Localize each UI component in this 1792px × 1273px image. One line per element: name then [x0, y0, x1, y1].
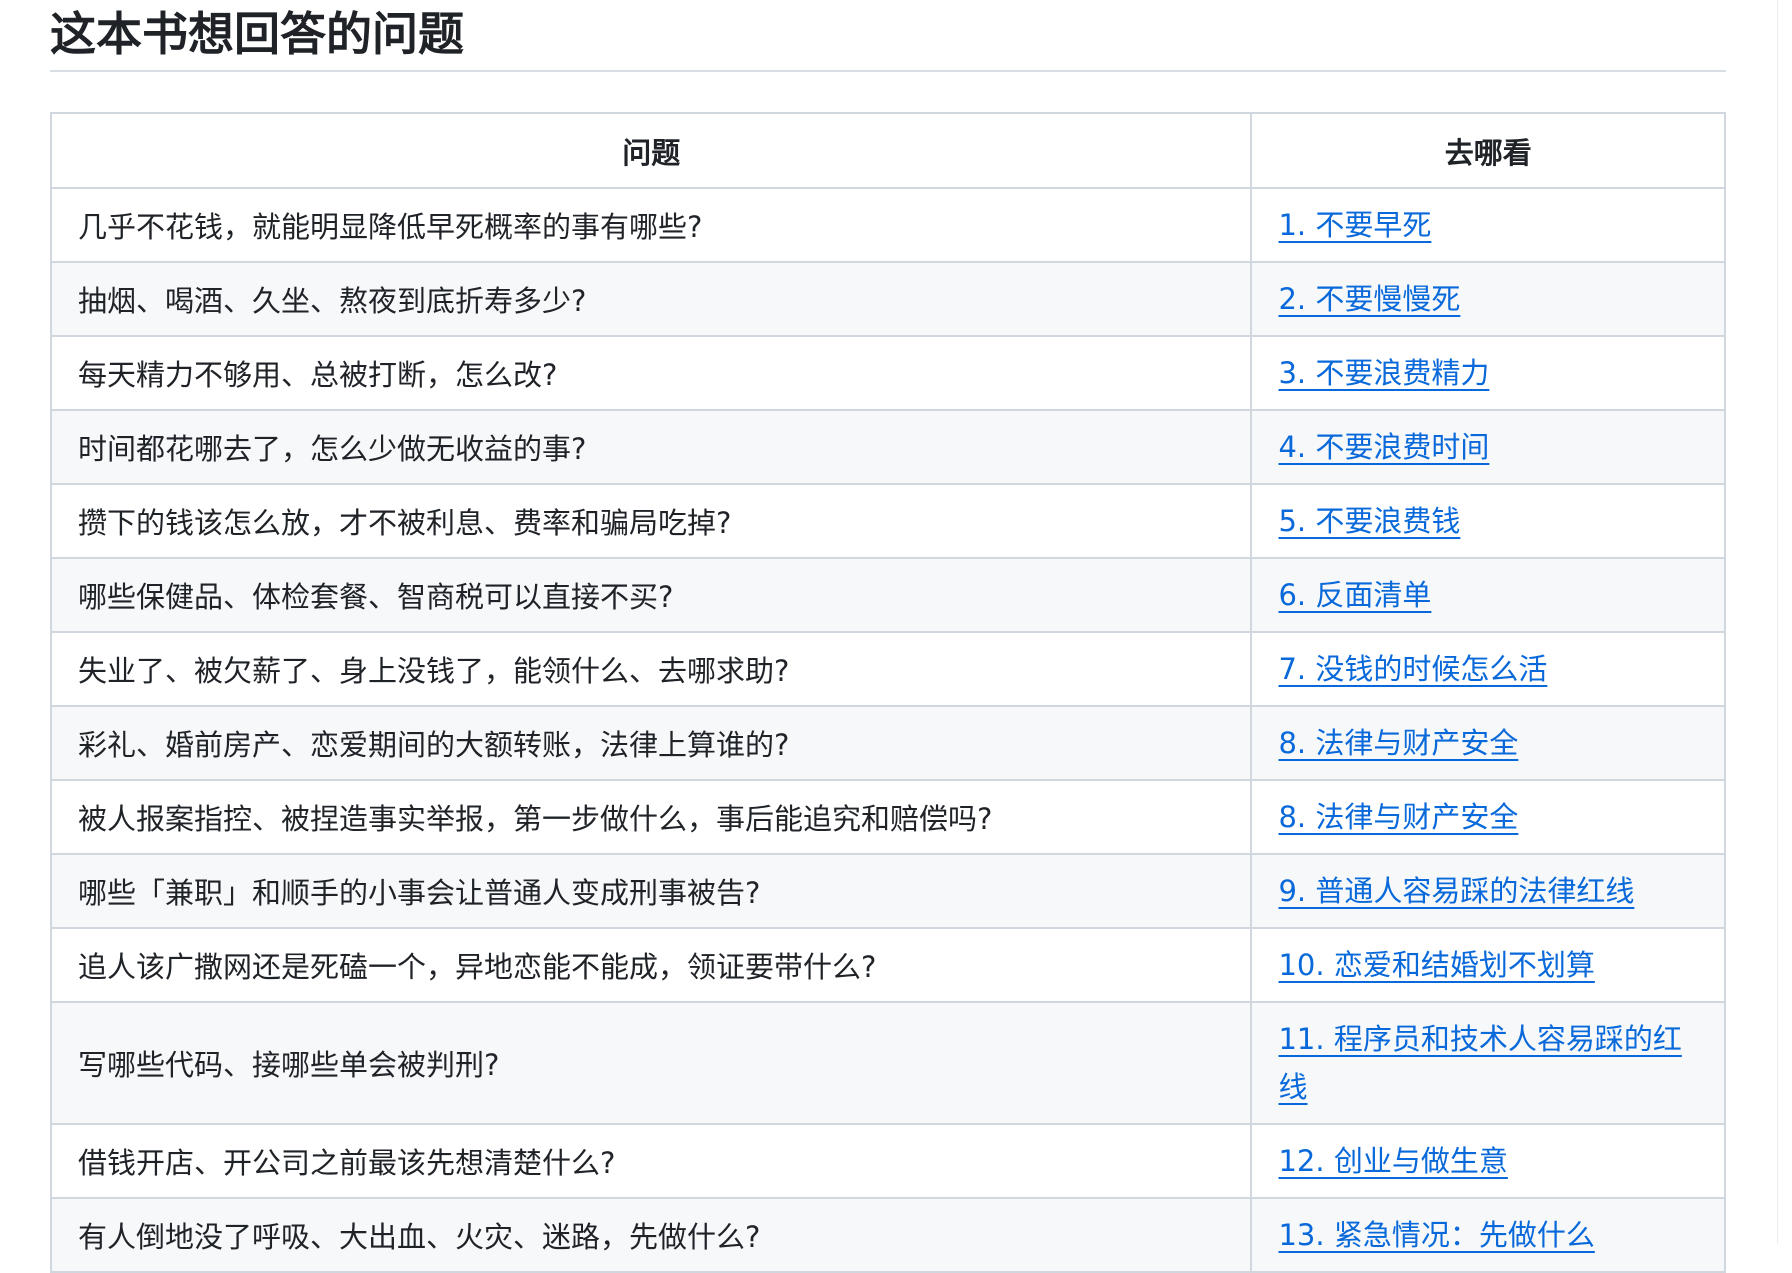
chapter-link[interactable]: 8. 法律与财产安全: [1278, 800, 1518, 834]
question-cell: 每天精力不够用、总被打断，怎么改?: [49, 335, 1253, 411]
chapter-link[interactable]: 12. 创业与做生意: [1278, 1144, 1507, 1178]
where-cell: 11. 程序员和技术人容易踩的红线: [1250, 1001, 1726, 1125]
where-cell: 6. 反面清单: [1250, 557, 1726, 633]
table-row: 失业了、被欠薪了、身上没钱了，能领什么、去哪求助? 7. 没钱的时候怎么活: [49, 631, 1726, 707]
table-row: 每天精力不够用、总被打断，怎么改? 3. 不要浪费精力: [49, 335, 1726, 411]
where-cell: 8. 法律与财产安全: [1250, 779, 1726, 855]
where-cell: 4. 不要浪费时间: [1250, 409, 1726, 485]
table-row: 几乎不花钱，就能明显降低早死概率的事有哪些? 1. 不要早死: [49, 187, 1726, 263]
column-header-question: 问题: [49, 112, 1253, 189]
chapter-link[interactable]: 4. 不要浪费时间: [1278, 430, 1489, 464]
page-content: 这本书想回答的问题 问题 去哪看 几乎不花钱，就能明显降低早死概率的事有哪些? …: [49, 0, 1726, 1273]
table-row: 时间都花哪去了，怎么少做无收益的事? 4. 不要浪费时间: [49, 409, 1726, 485]
where-cell: 5. 不要浪费钱: [1250, 483, 1726, 559]
chapter-link[interactable]: 11. 程序员和技术人容易踩的红线: [1278, 1022, 1681, 1104]
where-cell: 3. 不要浪费精力: [1250, 335, 1726, 411]
question-cell: 时间都花哪去了，怎么少做无收益的事?: [49, 409, 1253, 485]
table-row: 彩礼、婚前房产、恋爱期间的大额转账，法律上算谁的? 8. 法律与财产安全: [49, 705, 1726, 781]
table-row: 攒下的钱该怎么放，才不被利息、费率和骗局吃掉? 5. 不要浪费钱: [49, 483, 1726, 559]
where-cell: 2. 不要慢慢死: [1250, 261, 1726, 337]
chapter-link[interactable]: 13. 紧急情况：先做什么: [1278, 1218, 1594, 1252]
table-row: 写哪些代码、接哪些单会被判刑? 11. 程序员和技术人容易踩的红线: [49, 1001, 1726, 1125]
question-cell: 失业了、被欠薪了、身上没钱了，能领什么、去哪求助?: [49, 631, 1253, 707]
page-title: 这本书想回答的问题: [50, 0, 1726, 72]
chapter-link[interactable]: 3. 不要浪费精力: [1278, 356, 1489, 390]
where-cell: 1. 不要早死: [1250, 187, 1726, 263]
chapter-link[interactable]: 8. 法律与财产安全: [1278, 726, 1518, 760]
where-cell: 13. 紧急情况：先做什么: [1250, 1197, 1726, 1273]
question-cell: 几乎不花钱，就能明显降低早死概率的事有哪些?: [49, 187, 1253, 263]
vertical-scrollbar[interactable]: [1777, 0, 1792, 1244]
question-cell: 哪些保健品、体检套餐、智商税可以直接不买?: [49, 557, 1253, 633]
question-cell: 写哪些代码、接哪些单会被判刑?: [49, 1001, 1253, 1125]
questions-table: 问题 去哪看 几乎不花钱，就能明显降低早死概率的事有哪些? 1. 不要早死 抽烟…: [49, 112, 1726, 1273]
question-cell: 借钱开店、开公司之前最该先想清楚什么?: [49, 1123, 1253, 1199]
question-cell: 彩礼、婚前房产、恋爱期间的大额转账，法律上算谁的?: [49, 705, 1253, 781]
question-cell: 抽烟、喝酒、久坐、熬夜到底折寿多少?: [49, 261, 1253, 337]
table-header-row: 问题 去哪看: [49, 112, 1726, 189]
chapter-link[interactable]: 10. 恋爱和结婚划不划算: [1278, 948, 1594, 982]
question-cell: 被人报案指控、被捏造事实举报，第一步做什么，事后能追究和赔偿吗?: [49, 779, 1253, 855]
table-row: 抽烟、喝酒、久坐、熬夜到底折寿多少? 2. 不要慢慢死: [49, 261, 1726, 337]
where-cell: 7. 没钱的时候怎么活: [1250, 631, 1726, 707]
where-cell: 10. 恋爱和结婚划不划算: [1250, 927, 1726, 1003]
table-row: 被人报案指控、被捏造事实举报，第一步做什么，事后能追究和赔偿吗? 8. 法律与财…: [49, 779, 1726, 855]
question-cell: 攒下的钱该怎么放，才不被利息、费率和骗局吃掉?: [49, 483, 1253, 559]
table-row: 哪些「兼职」和顺手的小事会让普通人变成刑事被告? 9. 普通人容易踩的法律红线: [49, 853, 1726, 929]
where-cell: 8. 法律与财产安全: [1250, 705, 1726, 781]
column-header-where: 去哪看: [1250, 112, 1726, 189]
chapter-link[interactable]: 6. 反面清单: [1278, 578, 1431, 612]
table-row: 有人倒地没了呼吸、大出血、火灾、迷路，先做什么? 13. 紧急情况：先做什么: [49, 1197, 1726, 1273]
chapter-link[interactable]: 7. 没钱的时候怎么活: [1278, 652, 1547, 686]
table-row: 哪些保健品、体检套餐、智商税可以直接不买? 6. 反面清单: [49, 557, 1726, 633]
question-cell: 哪些「兼职」和顺手的小事会让普通人变成刑事被告?: [49, 853, 1253, 929]
where-cell: 9. 普通人容易踩的法律红线: [1250, 853, 1726, 929]
question-cell: 追人该广撒网还是死磕一个，异地恋能不能成，领证要带什么?: [49, 927, 1253, 1003]
chapter-link[interactable]: 5. 不要浪费钱: [1278, 504, 1460, 538]
chapter-link[interactable]: 2. 不要慢慢死: [1278, 282, 1460, 316]
chapter-link[interactable]: 1. 不要早死: [1278, 208, 1431, 242]
where-cell: 12. 创业与做生意: [1250, 1123, 1726, 1199]
table-row: 追人该广撒网还是死磕一个，异地恋能不能成，领证要带什么? 10. 恋爱和结婚划不…: [49, 927, 1726, 1003]
chapter-link[interactable]: 9. 普通人容易踩的法律红线: [1278, 874, 1634, 908]
table-row: 借钱开店、开公司之前最该先想清楚什么? 12. 创业与做生意: [49, 1123, 1726, 1199]
question-cell: 有人倒地没了呼吸、大出血、火灾、迷路，先做什么?: [49, 1197, 1253, 1273]
